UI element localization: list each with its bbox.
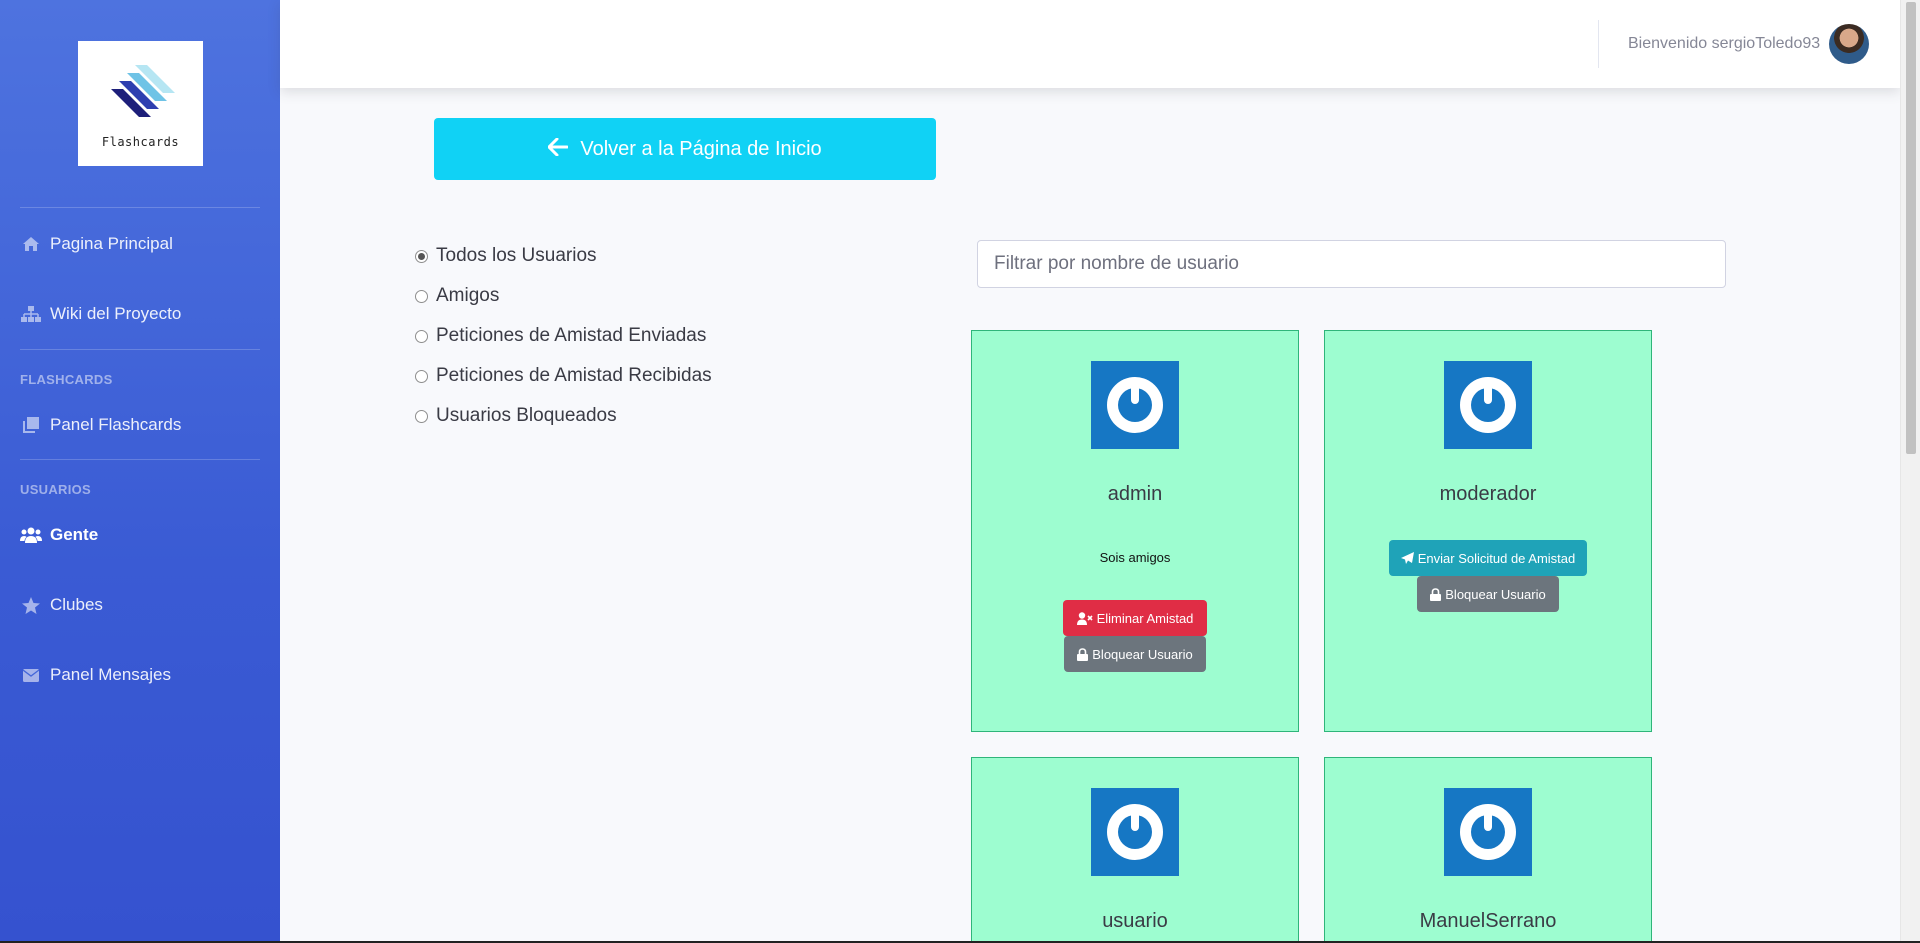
back-to-home-button[interactable]: Volver a la Página de Inicio bbox=[434, 118, 936, 180]
radio-button[interactable] bbox=[415, 409, 428, 423]
sidebar-item-label: Panel Mensajes bbox=[50, 665, 171, 684]
home-icon bbox=[20, 236, 42, 252]
power-icon bbox=[1460, 804, 1516, 860]
sidebar-divider bbox=[20, 349, 260, 350]
lock-icon bbox=[1430, 587, 1442, 601]
filter-label: Peticiones de Amistad Enviadas bbox=[436, 325, 707, 346]
user-card-usuario: usuario bbox=[971, 757, 1299, 943]
topbar: Bienvenido sergioToledo93 bbox=[280, 0, 1900, 88]
scrollbar-thumb[interactable] bbox=[1906, 2, 1916, 454]
username: ManuelSerrano bbox=[1419, 910, 1557, 932]
star-icon bbox=[20, 596, 42, 614]
topbar-divider bbox=[1598, 20, 1599, 68]
remove-friend-button[interactable]: Eliminar Amistad bbox=[1063, 600, 1207, 636]
lock-icon bbox=[1077, 647, 1089, 661]
sidebar: Flashcards Pagina Principal Wiki del Pro… bbox=[0, 0, 280, 943]
back-button-label: Volver a la Página de Inicio bbox=[580, 137, 822, 160]
filter-recibidas[interactable]: Peticiones de Amistad Recibidas bbox=[415, 365, 712, 387]
welcome-text[interactable]: Bienvenido sergioToledo93 bbox=[1628, 35, 1820, 53]
user-card-moderador: moderador Enviar Solicitud de Amistad Bl… bbox=[1324, 330, 1652, 732]
user-avatar[interactable] bbox=[1829, 24, 1869, 64]
power-icon bbox=[1107, 377, 1163, 433]
button-label: Bloquear Usuario bbox=[1445, 586, 1546, 602]
user-avatar-image bbox=[1091, 361, 1179, 449]
filter-bloqueados[interactable]: Usuarios Bloqueados bbox=[415, 405, 617, 427]
button-label: Bloquear Usuario bbox=[1092, 646, 1193, 662]
filter-enviadas[interactable]: Peticiones de Amistad Enviadas bbox=[415, 325, 706, 347]
sidebar-item-wiki[interactable]: Wiki del Proyecto bbox=[20, 304, 181, 324]
filter-label: Amigos bbox=[436, 285, 500, 306]
username: moderador bbox=[1439, 483, 1537, 505]
username: admin bbox=[1107, 483, 1163, 505]
radio-button[interactable] bbox=[415, 369, 428, 383]
user-avatar-image bbox=[1444, 788, 1532, 876]
filter-todos[interactable]: Todos los Usuarios bbox=[415, 245, 597, 267]
filter-label: Peticiones de Amistad Recibidas bbox=[436, 365, 712, 386]
brand-name: Flashcards bbox=[101, 134, 180, 149]
filter-amigos[interactable]: Amigos bbox=[415, 285, 499, 307]
brand-logo[interactable]: Flashcards bbox=[78, 41, 203, 166]
username: usuario bbox=[1102, 910, 1168, 932]
page-scrollbar[interactable] bbox=[1900, 0, 1920, 943]
copy-icon bbox=[20, 417, 42, 433]
send-friend-request-button[interactable]: Enviar Solicitud de Amistad bbox=[1389, 540, 1587, 576]
sidebar-item-label: Pagina Principal bbox=[50, 234, 173, 253]
users-icon bbox=[20, 527, 42, 543]
user-card-admin: admin Sois amigos Eliminar Amistad Bloqu… bbox=[971, 330, 1299, 732]
block-user-button[interactable]: Bloquear Usuario bbox=[1064, 636, 1206, 672]
button-label: Enviar Solicitud de Amistad bbox=[1417, 550, 1576, 566]
sidebar-item-label: Wiki del Proyecto bbox=[50, 304, 182, 323]
sitemap-icon bbox=[20, 306, 42, 322]
flashcards-logo-icon bbox=[110, 64, 175, 117]
sidebar-divider bbox=[20, 207, 260, 208]
power-icon bbox=[1460, 377, 1516, 433]
user-avatar-image bbox=[1444, 361, 1532, 449]
envelope-icon bbox=[20, 668, 42, 682]
radio-button[interactable] bbox=[415, 329, 428, 343]
filter-label: Usuarios Bloqueados bbox=[436, 405, 617, 426]
sidebar-heading-flashcards: FLASHCARDS bbox=[20, 372, 113, 387]
arrow-left-icon bbox=[547, 136, 569, 162]
radio-button[interactable] bbox=[415, 249, 428, 263]
filter-label: Todos los Usuarios bbox=[436, 245, 597, 266]
user-times-icon bbox=[1076, 611, 1093, 625]
sidebar-item-label: Clubes bbox=[50, 595, 103, 614]
sidebar-heading-usuarios: USUARIOS bbox=[20, 482, 92, 497]
sidebar-item-gente[interactable]: Gente bbox=[20, 525, 98, 545]
paper-plane-icon bbox=[1400, 551, 1414, 565]
sidebar-item-label: Gente bbox=[50, 525, 99, 544]
button-label: Eliminar Amistad bbox=[1096, 610, 1194, 626]
friendship-status: Sois amigos bbox=[1099, 550, 1171, 565]
block-user-button[interactable]: Bloquear Usuario bbox=[1417, 576, 1559, 612]
radio-button[interactable] bbox=[415, 289, 428, 303]
user-card-manuelserrano: ManuelSerrano bbox=[1324, 757, 1652, 943]
power-icon bbox=[1107, 804, 1163, 860]
sidebar-item-pagina-principal[interactable]: Pagina Principal bbox=[20, 234, 173, 254]
user-avatar-image bbox=[1091, 788, 1179, 876]
sidebar-divider bbox=[20, 459, 260, 460]
sidebar-item-clubes[interactable]: Clubes bbox=[20, 595, 103, 615]
username-filter-input[interactable] bbox=[977, 240, 1726, 288]
sidebar-item-label: Panel Flashcards bbox=[50, 415, 182, 434]
sidebar-item-panel-mensajes[interactable]: Panel Mensajes bbox=[20, 665, 171, 685]
sidebar-item-panel-flashcards[interactable]: Panel Flashcards bbox=[20, 415, 181, 435]
